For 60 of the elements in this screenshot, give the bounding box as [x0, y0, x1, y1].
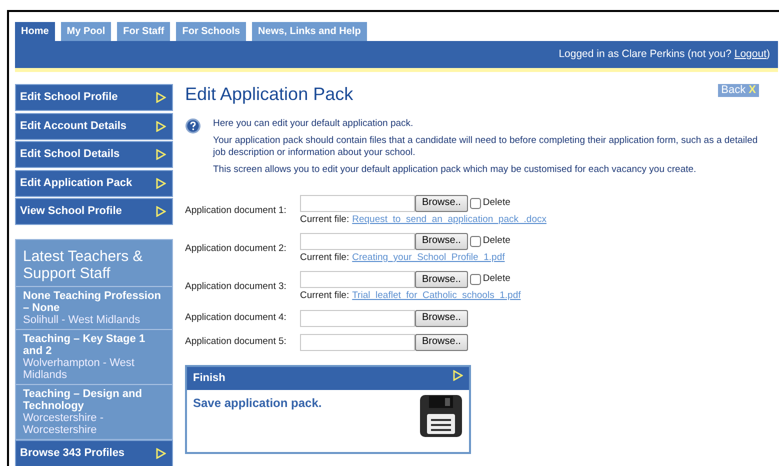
browse-button[interactable]: Browse..: [415, 271, 468, 288]
checkbox-label: Delete: [482, 196, 510, 210]
sidebar-item[interactable]: Edit School Details: [15, 141, 173, 168]
file-field[interactable]: [300, 194, 415, 212]
help-icon: [185, 118, 201, 134]
current-file-label: Current file:: [300, 289, 350, 304]
arrow-icon: [453, 370, 463, 382]
arrow-icon: [156, 448, 166, 459]
sidebar-item[interactable]: Edit Account Details: [15, 112, 173, 140]
profile-title: Teaching – Design and Technology: [23, 388, 143, 412]
browse-button[interactable]: Browse..: [415, 334, 468, 351]
delete-checkbox[interactable]: [470, 274, 481, 286]
profile-location: Solihull - West Midlands: [23, 314, 142, 326]
browse-button[interactable]: Browse..: [415, 194, 468, 212]
field-label: Application document 3:: [185, 280, 288, 294]
logout-link[interactable]: Logout: [734, 48, 766, 60]
arrow-icon: [156, 206, 166, 217]
browse-button[interactable]: Browse..: [415, 232, 468, 250]
field-label: Application document 5:: [185, 335, 288, 350]
current-file-label: Current file:: [300, 212, 350, 227]
profile-item[interactable]: Teaching – Design and Technology Worcestershire - Worcestershire: [16, 384, 172, 439]
arrow-icon: [156, 178, 166, 188]
file-link[interactable]: Trial_leaflet_for_Catholic_schools_1.pdf: [352, 289, 521, 304]
intro-text: This screen allows you to edit your default application pack which may be customised for each vacancy you create.: [213, 164, 698, 176]
profile-location: Wolverhampton - West Midlands: [23, 357, 136, 381]
intro-text: Here you can edit your default application pack.: [213, 118, 414, 130]
sidebar-item[interactable]: Edit School Profile: [15, 84, 173, 111]
intro-text: Your application pack should contain files that a candidate will need to before completing their application form, such as a detailed job description or information about your school.: [213, 134, 759, 159]
field-label: Application document 1:: [185, 204, 288, 218]
checkbox-label: Delete: [482, 234, 510, 248]
file-field[interactable]: [300, 271, 415, 288]
delete-checkbox[interactable]: [470, 198, 481, 209]
sidebar-item[interactable]: View School Profile: [15, 198, 173, 225]
file-field[interactable]: [300, 334, 415, 351]
panel-title: Latest Teachers & Support Staff: [22, 247, 144, 284]
sidebar-item[interactable]: Edit Application Pack: [15, 170, 173, 196]
profile-item[interactable]: Teaching – Key Stage 1 and 2 Wolverhampton - West Midlands: [16, 329, 172, 384]
login-text: Logged in as Clare Perkins (not you? Logout): [558, 46, 770, 62]
save-link[interactable]: Save application pack.: [193, 394, 322, 446]
field-label: Application document 4:: [185, 311, 288, 326]
profile-item[interactable]: None Teaching Profession – None Solihull - West Midlands: [16, 286, 172, 329]
profile-title: None Teaching Profession – None: [23, 290, 162, 314]
browse-button[interactable]: Browse..: [415, 310, 468, 327]
page-title: Edit Application Pack: [185, 84, 354, 106]
file-field[interactable]: [300, 232, 415, 250]
browse-profiles-button[interactable]: Browse 343 Profiles: [15, 440, 173, 466]
panel-title: Finish: [193, 371, 226, 386]
delete-checkbox[interactable]: [470, 236, 481, 247]
current-file-label: Current file:: [300, 250, 350, 265]
file-field[interactable]: [300, 310, 415, 327]
arrow-icon: [156, 149, 166, 160]
checkbox-label: Delete: [482, 272, 510, 286]
arrow-icon: [156, 120, 166, 132]
field-label: Application document 2:: [185, 242, 288, 256]
arrow-icon: [156, 92, 166, 103]
file-link[interactable]: Creating_your_School_Profile_1.pdf: [352, 250, 505, 266]
nav-tab[interactable]: Home: [15, 22, 55, 41]
profile-title: Teaching – Key Stage 1 and 2: [23, 333, 146, 357]
profile-location: Worcestershire - Worcestershire: [23, 412, 104, 436]
file-link[interactable]: Request_to_send_an_application_pack_.docx: [352, 212, 546, 227]
